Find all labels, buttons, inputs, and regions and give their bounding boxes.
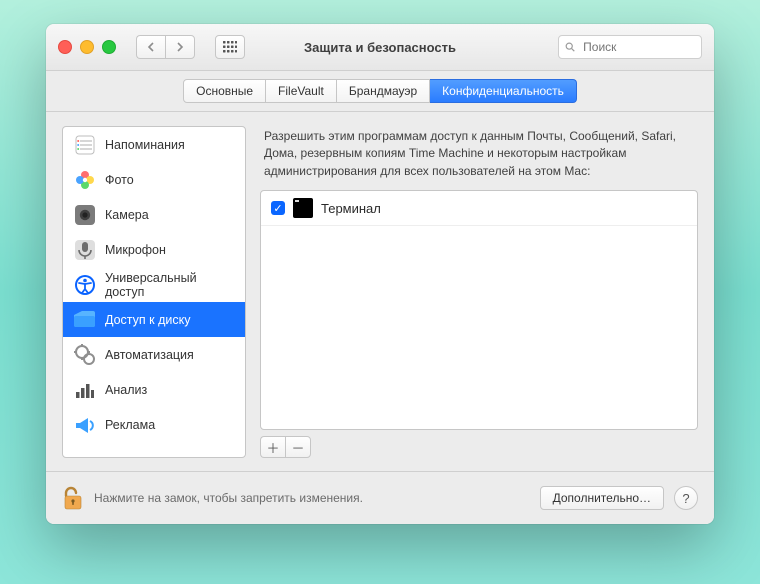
- footer: Нажмите на замок, чтобы запретить измене…: [46, 471, 714, 524]
- sidebar-item-label: Анализ: [105, 383, 147, 397]
- back-button[interactable]: [136, 35, 165, 59]
- right-pane: Разрешить этим программам доступ к данны…: [260, 126, 698, 458]
- disk-access-icon: [73, 308, 97, 332]
- sidebar-item-label: Микрофон: [105, 243, 166, 257]
- sidebar-item-camera[interactable]: Камера: [63, 197, 245, 232]
- tab-2[interactable]: Брандмауэр: [337, 79, 430, 103]
- automation-icon: [73, 343, 97, 367]
- sidebar-item-label: Реклама: [105, 418, 155, 432]
- tabs: ОсновныеFileVaultБрандмауэрКонфиденциаль…: [183, 79, 577, 103]
- show-all-button[interactable]: [215, 35, 245, 59]
- help-button[interactable]: ?: [674, 486, 698, 510]
- app-checkbox[interactable]: ✓: [271, 201, 285, 215]
- app-row[interactable]: ✓ Терминал: [261, 191, 697, 226]
- sidebar-item-label: Камера: [105, 208, 149, 222]
- sidebar-item-label: Фото: [105, 173, 134, 187]
- sidebar-item-advertising[interactable]: Реклама: [63, 407, 245, 442]
- sidebar-item-label: Автоматизация: [105, 348, 194, 362]
- sidebar-item-disk-access[interactable]: Доступ к диску: [63, 302, 245, 337]
- terminal-icon: [293, 198, 313, 218]
- search-input[interactable]: [581, 39, 695, 55]
- tab-3[interactable]: Конфиденциальность: [430, 79, 577, 103]
- search-icon: [565, 41, 575, 53]
- chevron-right-icon: [176, 42, 184, 52]
- sidebar-item-photos[interactable]: Фото: [63, 162, 245, 197]
- zoom-button[interactable]: [102, 40, 116, 54]
- lock-hint-text: Нажмите на замок, чтобы запретить измене…: [94, 491, 363, 505]
- sidebar-item-analytics[interactable]: Анализ: [63, 372, 245, 407]
- tabs-row: ОсновныеFileVaultБрандмауэрКонфиденциаль…: [46, 71, 714, 112]
- chevron-left-icon: [147, 42, 155, 52]
- remove-button[interactable]: －: [285, 436, 311, 458]
- main-area: Напоминания Фото Камера Микрофон Универсальн…: [46, 112, 714, 472]
- forward-button[interactable]: [165, 35, 195, 59]
- sidebar-item-label: Напоминания: [105, 138, 185, 152]
- sidebar-item-accessibility[interactable]: Универсальный доступ: [63, 267, 245, 302]
- traffic-lights: [58, 40, 116, 54]
- close-button[interactable]: [58, 40, 72, 54]
- reminders-icon: [73, 133, 97, 157]
- preferences-window: Защита и безопасность ОсновныеFileVaultБ…: [46, 24, 714, 524]
- photos-icon: [73, 168, 97, 192]
- minimize-button[interactable]: [80, 40, 94, 54]
- sidebar-item-automation[interactable]: Автоматизация: [63, 337, 245, 372]
- add-remove-segment: ＋ －: [260, 436, 698, 458]
- advanced-button-label: Дополнительно…: [553, 491, 651, 505]
- app-name: Терминал: [321, 201, 381, 216]
- advanced-button[interactable]: Дополнительно…: [540, 486, 664, 510]
- add-button[interactable]: ＋: [260, 436, 285, 458]
- camera-icon: [73, 203, 97, 227]
- accessibility-icon: [73, 273, 97, 297]
- privacy-description: Разрешить этим программам доступ к данны…: [260, 126, 698, 190]
- sidebar-item-microphone[interactable]: Микрофон: [63, 232, 245, 267]
- analytics-icon: [73, 378, 97, 402]
- tab-0[interactable]: Основные: [183, 79, 266, 103]
- unlocked-lock-icon: [62, 485, 84, 511]
- sidebar: Напоминания Фото Камера Микрофон Универсальн…: [62, 126, 246, 458]
- advertising-icon: [73, 413, 97, 437]
- microphone-icon: [73, 238, 97, 262]
- sidebar-item-label: Универсальный доступ: [105, 271, 235, 299]
- sidebar-item-reminders[interactable]: Напоминания: [63, 127, 245, 162]
- sidebar-item-label: Доступ к диску: [105, 313, 191, 327]
- grid-icon: [223, 41, 237, 53]
- nav-segment: [136, 35, 195, 59]
- search-field[interactable]: [558, 35, 702, 59]
- lock-button[interactable]: [62, 485, 84, 511]
- titlebar: Защита и безопасность: [46, 24, 714, 71]
- tab-1[interactable]: FileVault: [266, 79, 337, 103]
- app-list: ✓ Терминал: [260, 190, 698, 430]
